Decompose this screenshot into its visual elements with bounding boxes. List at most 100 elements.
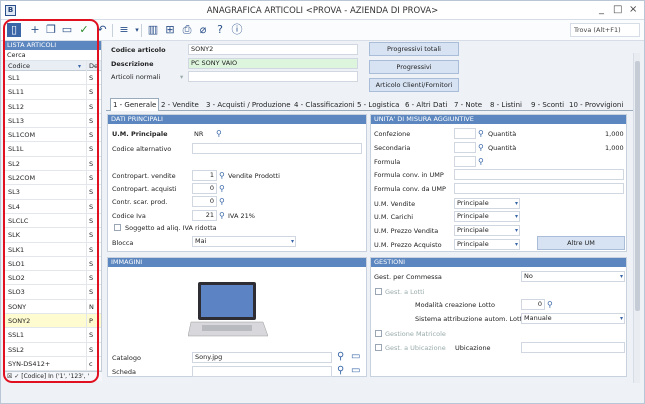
minimize-icon[interactable]: _ [599, 4, 604, 16]
mod-field[interactable]: 0 [521, 299, 545, 310]
sist-label: Sistema attribuzione autom. Lotto [415, 315, 527, 323]
folder-icon[interactable]: ▭ [351, 366, 360, 376]
chevron-down-icon: ▾ [514, 227, 518, 234]
search-input[interactable]: Trova (Alt+F1) [570, 23, 640, 37]
chevron-down-icon[interactable]: ▾ [180, 73, 183, 81]
close-icon[interactable]: × [629, 4, 637, 16]
tab-vendite[interactable]: 2 - Vendite [161, 99, 199, 111]
tab-altri-dati[interactable]: 6 - Altri Dati [405, 99, 447, 111]
scrollbar-thumb[interactable] [635, 61, 640, 311]
f-da-label: Formula conv. da UMP [374, 185, 446, 193]
barcode-icon[interactable]: ▥ [146, 23, 160, 37]
progressivi-button[interactable]: Progressivi [369, 60, 459, 74]
sist-select[interactable]: Manuale ▾ [521, 313, 625, 324]
laptop-image [188, 282, 268, 337]
commessa-value: No [524, 272, 533, 280]
menu-icon[interactable]: ≡ [117, 23, 131, 37]
iva-field[interactable]: 21 [192, 210, 217, 221]
cs-field[interactable]: 0 [192, 196, 217, 207]
uma-value: Principale [457, 240, 489, 248]
ubicazione-checkbox[interactable] [375, 344, 382, 351]
tab-bar: 1 - Generale 2 - Vendite 3 - Acquisti / … [106, 98, 640, 111]
search-icon[interactable]: ⚲ [337, 352, 344, 362]
normali-field[interactable] [188, 71, 358, 82]
search-icon[interactable]: ⚲ [219, 185, 225, 193]
ump-select[interactable]: Principale ▾ [454, 225, 520, 236]
commessa-label: Gest. per Commessa [374, 273, 442, 281]
matricole-checkbox[interactable] [375, 330, 382, 337]
uma-select[interactable]: Principale ▾ [454, 239, 520, 250]
help-icon[interactable]: ? [213, 23, 227, 37]
ca-label: Contropart. acquisti [112, 185, 177, 193]
folder-icon[interactable]: ▭ [351, 352, 360, 362]
search-icon[interactable]: ⚲ [219, 212, 225, 220]
search-icon[interactable]: ⚲ [478, 158, 484, 166]
catalogo-field[interactable]: Sony.jpg [192, 352, 332, 363]
search-icon[interactable]: ⚲ [478, 130, 484, 138]
formula-field[interactable] [454, 156, 476, 167]
umc-select[interactable]: Principale ▾ [454, 211, 520, 222]
tab-classificazioni[interactable]: 4 - Classificazioni [294, 99, 355, 111]
print-icon[interactable]: ⎙ [180, 23, 194, 37]
tab-generale[interactable]: 1 - Generale [110, 98, 160, 111]
maximize-icon[interactable]: □ [613, 4, 622, 16]
tab-listini[interactable]: 8 - Listini [490, 99, 522, 111]
chevron-down-icon: ▾ [619, 315, 623, 322]
immagini-panel: IMMAGINI Catalogo Sony.jpg ⚲ ▭ Scheda ⚲ … [107, 257, 367, 377]
blocca-select[interactable]: Mai ▾ [192, 236, 296, 247]
tab-note[interactable]: 7 - Note [454, 99, 482, 111]
f-um-field[interactable] [454, 169, 624, 180]
descr-field[interactable]: PC SONY VAIO [188, 58, 358, 69]
search-icon[interactable]: ⚲ [337, 366, 344, 376]
f-da-field[interactable] [454, 183, 624, 194]
alt-field[interactable] [192, 143, 362, 154]
tab-logistica[interactable]: 5 - Logistica [357, 99, 399, 111]
clienti-fornitori-button[interactable]: Articolo Clienti/Fornitori [369, 78, 459, 92]
q2-value: 1,000 [605, 144, 624, 152]
attach-icon[interactable]: ⌀ [196, 23, 210, 37]
chevron-down-icon: ▾ [514, 213, 518, 220]
search-icon[interactable]: ⚲ [478, 144, 484, 152]
altre-um-button[interactable]: Altre UM [537, 236, 625, 250]
app-window: B ANAGRAFICA ARTICOLI <PROVA - AZIENDA D… [0, 0, 645, 404]
umv-select[interactable]: Principale ▾ [454, 198, 520, 209]
search-icon[interactable]: ⚲ [219, 172, 225, 180]
lotti-checkbox[interactable] [375, 288, 382, 295]
um-panel: UNITA' DI MISURA AGGIUNTIVE Confezione ⚲… [370, 114, 627, 252]
f-um-label: Formula conv. in UMP [374, 171, 444, 179]
cv-field[interactable]: 1 [192, 170, 217, 181]
umc-value: Principale [457, 212, 489, 220]
search-icon[interactable]: ⚲ [547, 301, 553, 309]
codice-field[interactable]: SONY2 [188, 44, 358, 55]
scrollbar[interactable] [633, 53, 640, 383]
quant-label-1: Quantità [488, 130, 517, 138]
normali-label: Articoli normali [111, 73, 161, 81]
tab-acquisti[interactable]: 3 - Acquisti / Produzione [206, 99, 291, 111]
progressivi-totali-button[interactable]: Progressivi totali [369, 42, 459, 56]
sist-value: Manuale [524, 314, 552, 322]
ca-field[interactable]: 0 [192, 183, 217, 194]
conf-field[interactable] [454, 128, 476, 139]
sogg-label: Soggetto ad aliq. IVA ridotta [125, 224, 217, 232]
info-icon[interactable]: ⓘ [230, 23, 244, 37]
ubic-field[interactable] [521, 342, 625, 353]
sec-field[interactable] [454, 142, 476, 153]
matricole-label: Gestione Matricole [385, 330, 446, 338]
sogg-checkbox[interactable] [114, 224, 121, 231]
scheda-field[interactable] [192, 366, 332, 377]
ubicazione-label: Gest. a Ubicazione [385, 344, 446, 352]
cv-label: Contropart. vendite [112, 172, 176, 180]
search-icon[interactable]: ⚲ [216, 130, 222, 138]
search-icon[interactable]: ⚲ [219, 198, 225, 206]
blocca-value: Mai [195, 237, 207, 245]
dati-principali-panel: DATI PRINCIPALI U.M. Principale NR ⚲ Cod… [107, 114, 367, 252]
iva-label: Codice Iva [112, 212, 146, 220]
blocca-label: Blocca [112, 239, 134, 247]
ump-label: U.M. Prezzo Vendita [374, 227, 439, 235]
tab-sconti[interactable]: 9 - Sconti [531, 99, 564, 111]
tab-provvigioni[interactable]: 10 - Provvigioni [569, 99, 623, 111]
umv-label: U.M. Vendite [374, 200, 416, 208]
commessa-select[interactable]: No ▾ [521, 271, 625, 282]
cs-label: Contr. scar. prod. [112, 198, 168, 206]
basket-icon[interactable]: ⊞ [163, 23, 177, 37]
